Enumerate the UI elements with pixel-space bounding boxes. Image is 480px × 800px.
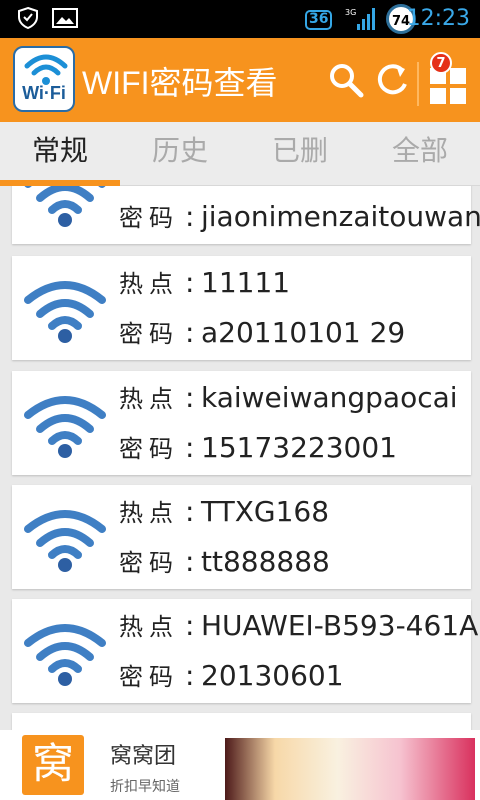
password-row: 密码: a20110101 29 [119, 314, 405, 349]
wifi-icon [24, 396, 106, 458]
password-value: 15173223001 [201, 431, 397, 464]
wifi-icon [24, 510, 106, 572]
password-label: 密码 [119, 435, 179, 463]
notification-badge: 7 [430, 52, 452, 74]
hotspot-row: 热点: HUAWEI-B593-461A [119, 607, 478, 642]
hotspot-label: 热点 [119, 385, 179, 413]
svg-text:3G: 3G [345, 8, 356, 17]
wifi-list[interactable]: 热点: 密码:jiaonimenzaitouwangluo 热点:11111 密… [0, 186, 480, 730]
ad-logo: 窝 [22, 735, 84, 795]
hotspot-row: 热点: TTXG168 [119, 493, 329, 528]
colon: : [185, 266, 195, 299]
hotspot-label: 热点 [119, 499, 179, 527]
toolbar-divider [417, 62, 419, 106]
password-value: jiaonimenzaitouwangluo [201, 200, 480, 233]
status-bar: 36 3G 74 12:23 [0, 0, 480, 38]
app-bar: Wi·Fi WIFI密码查看 7 [0, 38, 480, 122]
wifi-entry[interactable] [12, 713, 471, 730]
colon: : [185, 316, 195, 349]
hotspot-value: TTXG168 [201, 495, 330, 528]
image-notification-icon [52, 8, 78, 28]
tab-all[interactable]: 全部 [360, 122, 480, 182]
wifi-entry[interactable]: 热点: HUAWEI-B593-461A 密码:20130601 [12, 599, 478, 703]
password-label: 密码 [119, 320, 179, 348]
password-label: 密码 [119, 204, 179, 232]
network-type-badge: 36 [305, 10, 333, 30]
search-icon[interactable] [326, 60, 366, 100]
signal-strength-icon: 3G [345, 8, 375, 30]
password-row: 密码:20130601 [119, 657, 344, 692]
hotspot-row: 热点: kaiweiwangpaocai [119, 379, 458, 414]
tab-history[interactable]: 历史 [120, 122, 240, 182]
wifi-logo-icon [24, 54, 68, 85]
ad-subtitle: 折扣早知道 [110, 779, 180, 795]
hotspot-value: HUAWEI-B593-461A [201, 609, 479, 642]
wifi-entry[interactable]: 热点:11111 密码: a20110101 29 [12, 256, 471, 360]
colon: : [185, 545, 195, 578]
app-logo: Wi·Fi [13, 46, 75, 112]
password-row: 密码:jiaonimenzaitouwangluo [119, 198, 480, 233]
ad-image[interactable] [225, 738, 475, 800]
hotspot-label: 热点 [119, 613, 179, 641]
wifi-icon [24, 186, 106, 227]
clock: 12:23 [406, 6, 470, 31]
password-row: 密码:15173223001 [119, 429, 397, 464]
ad-app-name: 窝窝团 [110, 744, 177, 769]
wifi-icon [24, 281, 106, 343]
app-title: WIFI密码查看 [82, 65, 278, 101]
password-value: tt888888 [201, 545, 330, 578]
password-value: 20130601 [201, 659, 344, 692]
colon: : [185, 495, 195, 528]
hotspot-label: 热点 [119, 270, 179, 298]
password-value: a20110101 29 [201, 316, 406, 349]
hotspot-value: 11111 [201, 266, 291, 299]
hotspot-value: kaiweiwangpaocai [201, 381, 458, 414]
colon: : [185, 609, 195, 642]
colon: : [185, 431, 195, 464]
ad-banner[interactable]: 窝 窝窝团 折扣早知道 [0, 730, 480, 800]
tab-general[interactable]: 常规 [0, 122, 120, 182]
password-label: 密码 [119, 663, 179, 691]
tab-deleted[interactable]: 已删 [240, 122, 360, 182]
colon: : [185, 200, 195, 233]
colon: : [185, 381, 195, 414]
refresh-icon[interactable] [372, 60, 412, 100]
wifi-entry[interactable]: 热点: kaiweiwangpaocai 密码:15173223001 [12, 371, 471, 475]
shield-notification-icon [18, 6, 38, 30]
password-label: 密码 [119, 549, 179, 577]
tab-bar: 常规 历史 已删 全部 [0, 122, 480, 186]
wifi-entry[interactable]: 热点: 密码:jiaonimenzaitouwangluo [12, 186, 480, 244]
wifi-entry[interactable]: 热点: TTXG168 密码: tt888888 [12, 485, 471, 589]
app-logo-text: Wi·Fi [22, 83, 66, 103]
wifi-icon [24, 624, 106, 686]
password-row: 密码: tt888888 [119, 543, 330, 578]
colon: : [185, 659, 195, 692]
hotspot-row: 热点:11111 [119, 264, 290, 299]
